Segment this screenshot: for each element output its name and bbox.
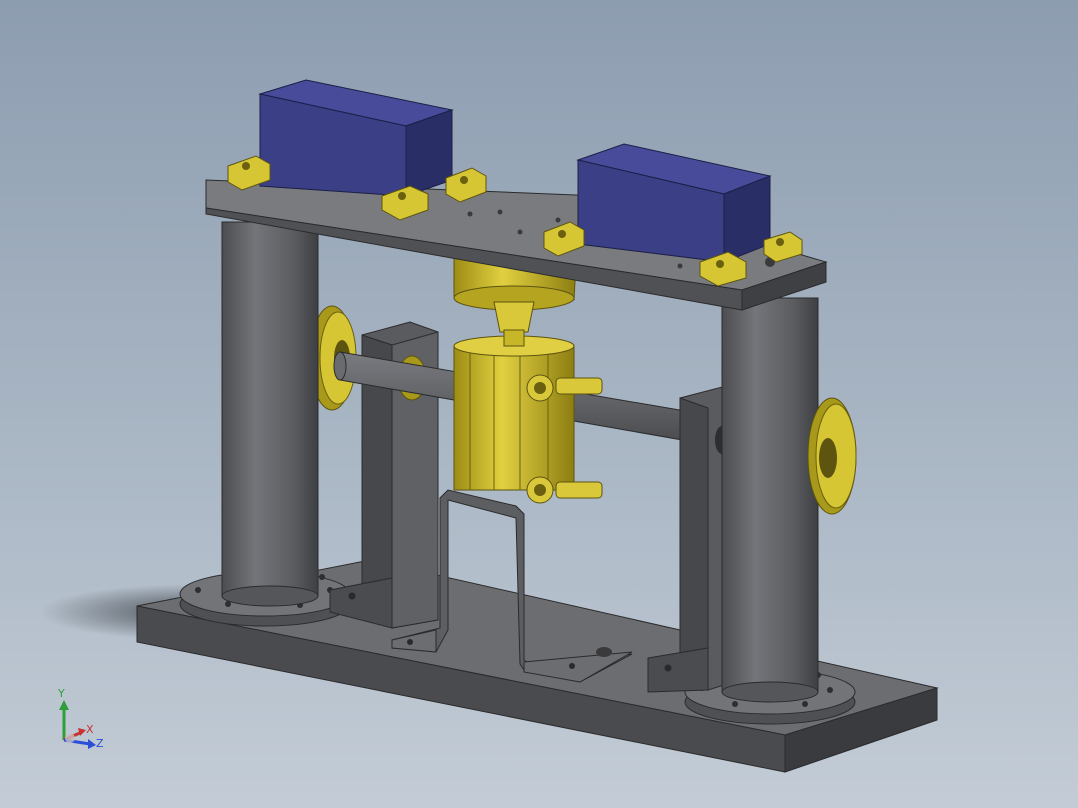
right-column[interactable] (721, 297, 819, 703)
left-column[interactable] (221, 221, 319, 607)
left-motor-block[interactable] (258, 79, 454, 197)
triad-y-label: Y (58, 687, 65, 700)
triad-z-label: Z (96, 737, 104, 750)
cad-viewport[interactable]: Y X Z (0, 0, 1078, 808)
right-motor-block[interactable] (576, 143, 772, 263)
triad-x-label: X (86, 723, 94, 736)
view-orientation-triad[interactable]: Y X Z (50, 688, 110, 754)
assembly-model[interactable] (0, 0, 1078, 808)
right-sprocket-gear[interactable] (807, 397, 857, 515)
